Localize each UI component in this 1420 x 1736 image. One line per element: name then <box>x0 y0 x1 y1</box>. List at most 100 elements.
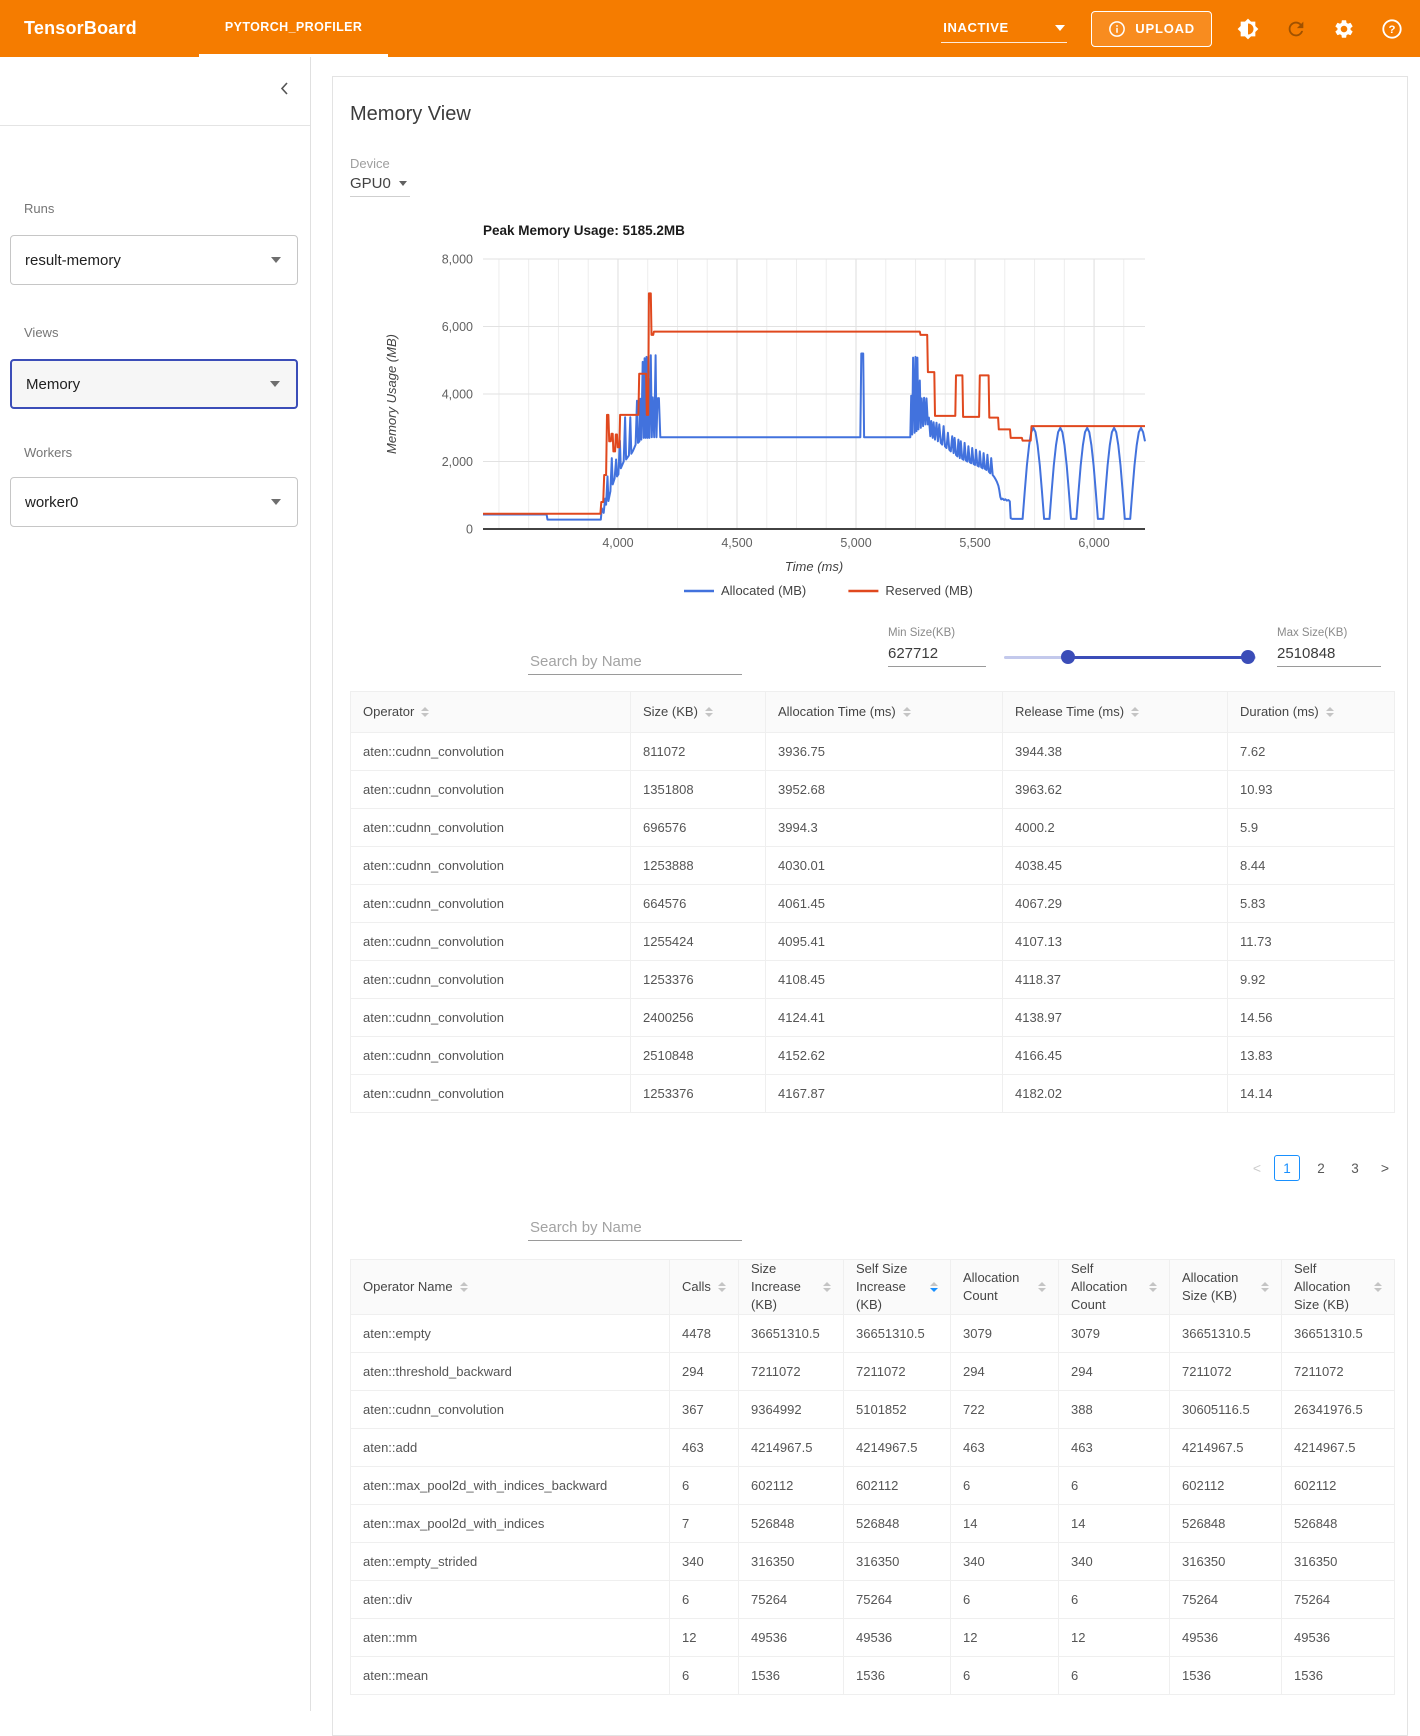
runs-select[interactable]: result-memory <box>10 235 298 285</box>
table-row: aten::cudnn_convolution12533764108.45411… <box>351 961 1395 999</box>
table-cell: 340 <box>670 1543 739 1581</box>
search-input[interactable] <box>528 649 742 675</box>
brightness-icon[interactable] <box>1236 17 1260 41</box>
pagination-page-2[interactable]: 2 <box>1308 1155 1334 1181</box>
views-select[interactable]: Memory <box>10 359 298 409</box>
table-cell: 463 <box>670 1429 739 1467</box>
column-header[interactable]: Allocation Count <box>951 1260 1059 1315</box>
table-cell: 4152.62 <box>766 1037 1003 1075</box>
column-header[interactable]: Release Time (ms) <box>1003 692 1228 733</box>
device-select[interactable]: GPU0 <box>350 175 410 197</box>
pagination: <123 > <box>350 1155 1394 1181</box>
column-header[interactable]: Self Allocation Size (KB) <box>1282 1260 1395 1315</box>
svg-text:4,000: 4,000 <box>442 388 473 402</box>
pagination-page-3[interactable]: 3 <box>1342 1155 1368 1181</box>
table-row: aten::cudnn_convolution6965763994.34000.… <box>351 809 1395 847</box>
table-cell: 4214967.5 <box>1170 1429 1282 1467</box>
table-cell: 6 <box>670 1581 739 1619</box>
table-cell: 49536 <box>1170 1619 1282 1657</box>
column-header[interactable]: Allocation Size (KB) <box>1170 1260 1282 1315</box>
table-cell: 1351808 <box>631 771 766 809</box>
upload-label: UPLOAD <box>1135 21 1195 36</box>
table-cell: aten::empty <box>351 1315 670 1353</box>
table-cell: 3994.3 <box>766 809 1003 847</box>
column-header[interactable]: Calls <box>670 1260 739 1315</box>
table-row: aten::cudnn_convolution24002564124.41413… <box>351 999 1395 1037</box>
table-cell: 12 <box>670 1619 739 1657</box>
table-row: aten::empty_strided340316350316350340340… <box>351 1543 1395 1581</box>
table-cell: aten::max_pool2d_with_indices <box>351 1505 670 1543</box>
table-cell: 526848 <box>844 1505 951 1543</box>
sidebar-divider <box>0 125 310 126</box>
table-cell: 4214967.5 <box>1282 1429 1395 1467</box>
upload-button[interactable]: UPLOAD <box>1091 11 1212 47</box>
table-cell: 75264 <box>1282 1581 1395 1619</box>
table-cell: 75264 <box>844 1581 951 1619</box>
table-cell: 7211072 <box>1282 1353 1395 1391</box>
table-cell: 602112 <box>844 1467 951 1505</box>
refresh-icon[interactable] <box>1284 17 1308 41</box>
column-header[interactable]: Size Increase (KB) <box>739 1260 844 1315</box>
max-size-field: Max Size(KB) <box>1277 627 1381 667</box>
sort-icon <box>823 1282 831 1292</box>
table-cell: 1536 <box>1282 1657 1395 1695</box>
operator-search-input[interactable] <box>528 1215 742 1241</box>
sidebar: Runs result-memory Views Memory Workers … <box>0 57 311 1711</box>
size-range-slider[interactable] <box>1004 649 1256 665</box>
settings-icon[interactable] <box>1332 17 1356 41</box>
svg-text:?: ? <box>1389 24 1396 36</box>
svg-text:Reserved (MB): Reserved (MB) <box>885 583 972 598</box>
table-cell: aten::threshold_backward <box>351 1353 670 1391</box>
column-header[interactable]: Duration (ms) <box>1228 692 1395 733</box>
slider-min-handle[interactable] <box>1061 650 1075 664</box>
sort-icon <box>718 1282 726 1292</box>
table-cell: aten::cudnn_convolution <box>351 771 631 809</box>
help-icon[interactable]: ? <box>1380 17 1404 41</box>
table-cell: 1255424 <box>631 923 766 961</box>
min-size-field: Min Size(KB) <box>888 627 986 667</box>
table-cell: aten::cudnn_convolution <box>351 923 631 961</box>
table-cell: 26341976.5 <box>1282 1391 1395 1429</box>
column-header-label: Operator <box>363 703 414 721</box>
workers-select[interactable]: worker0 <box>10 477 298 527</box>
table-cell: aten::cudnn_convolution <box>351 1391 670 1429</box>
min-size-input[interactable] <box>888 639 986 667</box>
table-cell: 664576 <box>631 885 766 923</box>
views-label: Views <box>24 325 58 340</box>
pagination-next[interactable]: > <box>1376 1160 1394 1176</box>
column-header[interactable]: Size (KB) <box>631 692 766 733</box>
table-cell: 7.62 <box>1228 733 1395 771</box>
table-cell: 696576 <box>631 809 766 847</box>
chevron-down-icon <box>1055 25 1065 31</box>
collapse-sidebar-icon[interactable] <box>278 81 292 101</box>
table-cell: 526848 <box>1170 1505 1282 1543</box>
status-select[interactable]: INACTIVE <box>941 14 1067 43</box>
table-cell: 10.93 <box>1228 771 1395 809</box>
column-header[interactable]: Operator <box>351 692 631 733</box>
column-header[interactable]: Allocation Time (ms) <box>766 692 1003 733</box>
table-cell: 388 <box>1059 1391 1170 1429</box>
column-header[interactable]: Operator Name <box>351 1260 670 1315</box>
sort-icon <box>421 707 429 717</box>
table-cell: 1253376 <box>631 961 766 999</box>
pagination-prev[interactable]: < <box>1248 1160 1266 1176</box>
sort-icon <box>1261 1282 1269 1292</box>
table-cell: 340 <box>1059 1543 1170 1581</box>
column-header[interactable]: Self Allocation Count <box>1059 1260 1170 1315</box>
column-header-label: Calls <box>682 1278 711 1296</box>
pagination-page-1[interactable]: 1 <box>1274 1155 1300 1181</box>
table-cell: 4124.41 <box>766 999 1003 1037</box>
column-header[interactable]: Self Size Increase (KB) <box>844 1260 951 1315</box>
max-size-input[interactable] <box>1277 639 1381 667</box>
table-cell: aten::cudnn_convolution <box>351 961 631 999</box>
device-label: Device <box>350 156 1391 171</box>
table-row: aten::threshold_backward2947211072721107… <box>351 1353 1395 1391</box>
svg-text:4,000: 4,000 <box>602 536 633 550</box>
table-row: aten::cudnn_convolution6645764061.454067… <box>351 885 1395 923</box>
tab-pytorch-profiler[interactable]: PYTORCH_PROFILER <box>199 0 388 57</box>
slider-max-handle[interactable] <box>1241 650 1255 664</box>
table-cell: 4067.29 <box>1003 885 1228 923</box>
column-header-label: Size Increase (KB) <box>751 1260 816 1314</box>
app-title: TensorBoard <box>24 0 137 57</box>
table-cell: 1536 <box>739 1657 844 1695</box>
